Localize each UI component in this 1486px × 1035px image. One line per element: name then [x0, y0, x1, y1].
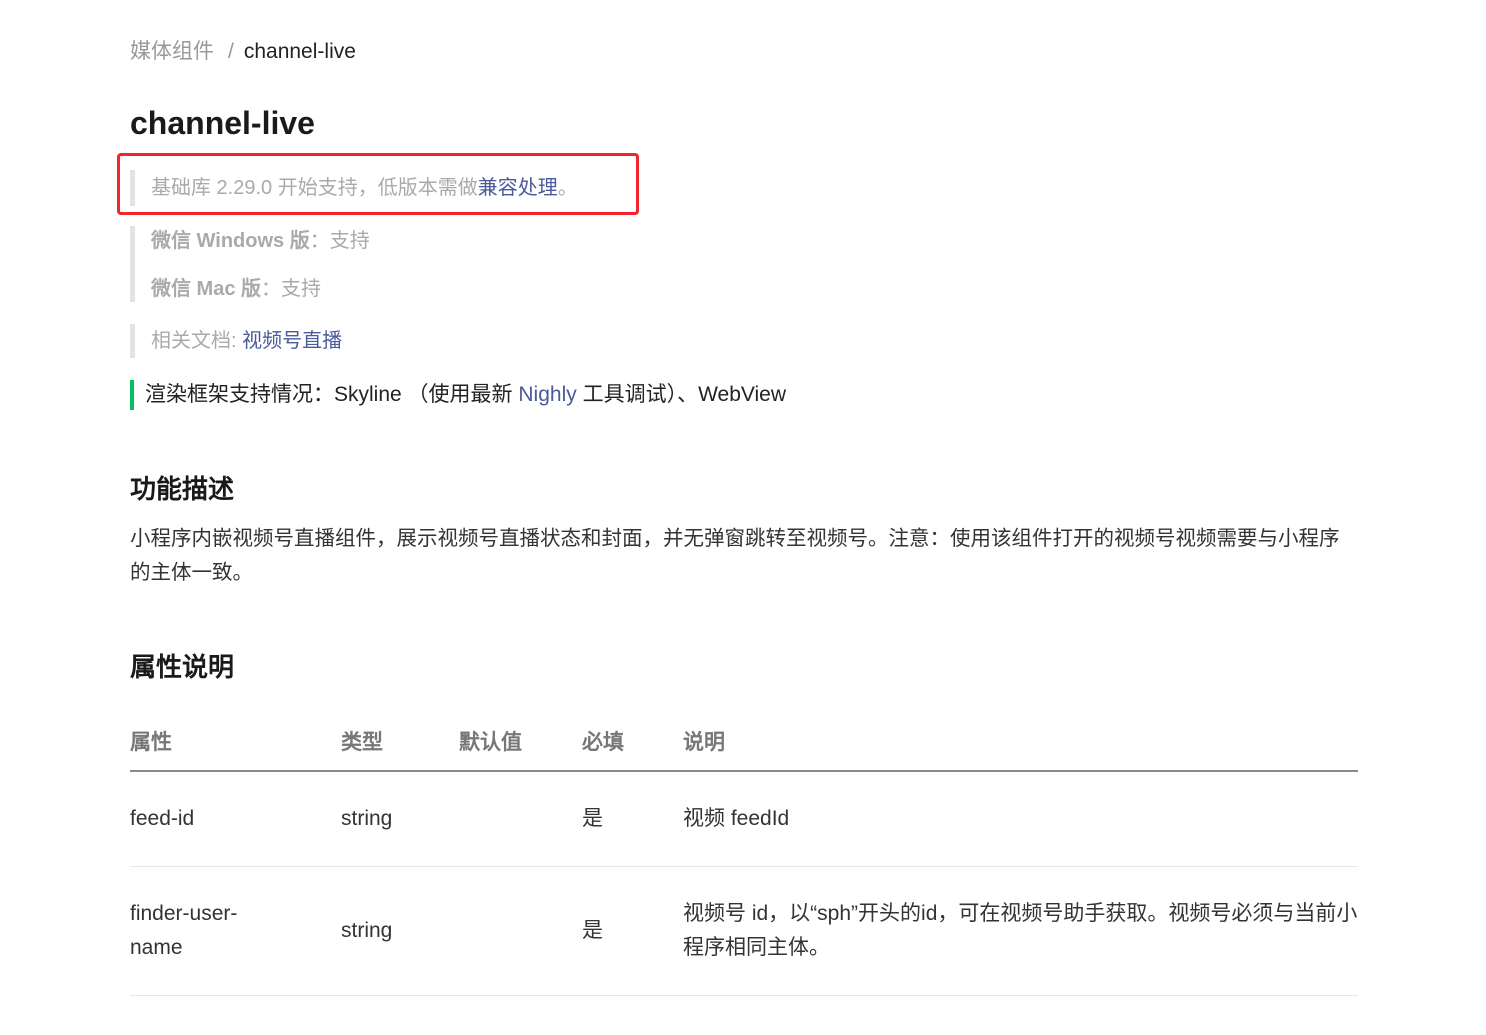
related-docs-note: 相关文档: 视频号直播 [130, 324, 342, 358]
table-cell [459, 866, 582, 996]
render-note-suffix: 工具调试）、WebView [576, 383, 787, 406]
platform-support-note: 微信 Windows 版：支持 微信 Mac 版：支持 [130, 226, 370, 302]
breadcrumb-separator: / [228, 40, 234, 63]
breadcrumb: 媒体组件 / channel-live [130, 38, 356, 66]
table-cell: 是 [582, 771, 683, 867]
table-cell: 是 [582, 866, 683, 996]
platform-value: ：支持 [261, 278, 322, 300]
render-framework-note: 渲染框架支持情况：Skyline （使用最新 Nighly 工具调试）、WebV… [130, 380, 786, 410]
table-cell: finder-user-name [130, 866, 341, 996]
platform-support-mac: 微信 Mac 版：支持 [151, 274, 370, 300]
render-note-text: 渲染框架支持情况：Skyline （使用最新 [145, 383, 519, 406]
related-docs-link[interactable]: 视频号直播 [242, 330, 342, 352]
section-title-attributes: 属性说明 [130, 652, 235, 682]
table-cell: 视频 feedId [683, 771, 1358, 867]
table-header-cell: 类型 [341, 712, 459, 772]
description-text: 小程序内嵌视频号直播组件，展示视频号直播状态和封面，并无弹窗跳转至视频号。注意：… [130, 527, 1340, 584]
table-header-cell: 属性 [130, 712, 341, 772]
table-cell: string [341, 866, 459, 996]
table-row: feed-id string 是 视频 feedId [130, 771, 1358, 867]
table-row: finder-user-name string 是 视频号 id，以“sph”开… [130, 866, 1358, 996]
platform-label: 微信 Mac 版 [151, 278, 262, 300]
table-cell: feed-id [130, 771, 341, 867]
platform-label: 微信 Windows 版 [151, 230, 310, 252]
table-header-cell: 必填 [582, 712, 683, 772]
table-header-cell: 默认值 [459, 712, 582, 772]
section-title-description: 功能描述 [130, 474, 235, 504]
breadcrumb-current: channel-live [243, 40, 356, 63]
platform-support-windows: 微信 Windows 版：支持 [151, 226, 370, 252]
table-cell: string [341, 771, 459, 867]
nighly-link[interactable]: Nighly [518, 383, 576, 406]
table-cell [459, 771, 582, 867]
table-header-row: 属性 类型 默认值 必填 说明 [130, 712, 1358, 772]
platform-value: ：支持 [309, 230, 370, 252]
page-title: channel-live [130, 105, 315, 141]
highlight-annotation-box [117, 153, 639, 215]
table-cell: 视频号 id，以“sph”开头的id，可在视频号助手获取。视频号必须与当前小程序… [683, 866, 1358, 996]
related-docs-label: 相关文档: [151, 330, 243, 352]
attribute-table: 属性 类型 默认值 必填 说明 feed-id string 是 视频 feed… [130, 712, 1358, 996]
breadcrumb-parent-link[interactable]: 媒体组件 [130, 40, 214, 63]
table-header-cell: 说明 [683, 712, 1358, 772]
